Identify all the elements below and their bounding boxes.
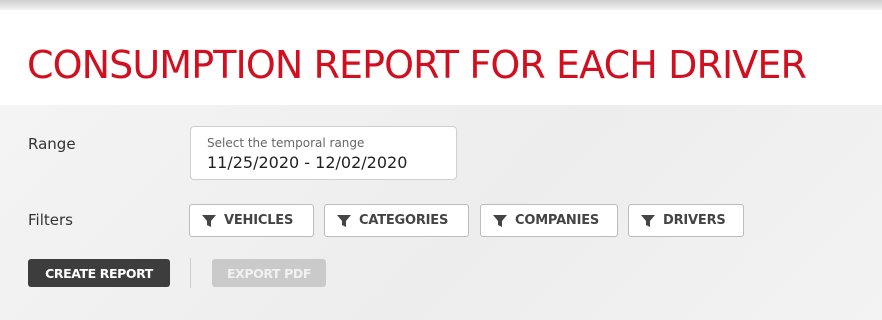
filter-drivers-label: DRIVERS (663, 213, 726, 228)
date-range-picker[interactable]: Select the temporal range 11/25/2020 - 1… (190, 126, 457, 180)
filter-vehicles-label: VEHICLES (224, 213, 294, 228)
funnel-icon (493, 214, 507, 227)
actions-divider (190, 258, 191, 288)
page-header: CONSUMPTION REPORT FOR EACH DRIVER (0, 10, 882, 105)
filters-label: Filters (28, 211, 73, 229)
funnel-icon (641, 214, 655, 227)
filter-categories-label: CATEGORIES (359, 213, 449, 228)
range-label: Range (28, 135, 76, 153)
top-shadow (0, 0, 882, 10)
filter-companies-button[interactable]: COMPANIES (480, 204, 618, 237)
filter-vehicles-button[interactable]: VEHICLES (189, 204, 314, 237)
date-range-placeholder: Select the temporal range (207, 136, 365, 150)
filter-drivers-button[interactable]: DRIVERS (628, 204, 744, 237)
funnel-icon (202, 214, 216, 227)
export-pdf-button[interactable]: EXPORT PDF (212, 259, 326, 287)
filter-categories-button[interactable]: CATEGORIES (324, 204, 469, 237)
filter-companies-label: COMPANIES (515, 213, 600, 228)
page-title: CONSUMPTION REPORT FOR EACH DRIVER (27, 43, 807, 87)
funnel-icon (337, 214, 351, 227)
create-report-button[interactable]: CREATE REPORT (28, 259, 170, 287)
date-range-value: 11/25/2020 - 12/02/2020 (207, 153, 408, 172)
